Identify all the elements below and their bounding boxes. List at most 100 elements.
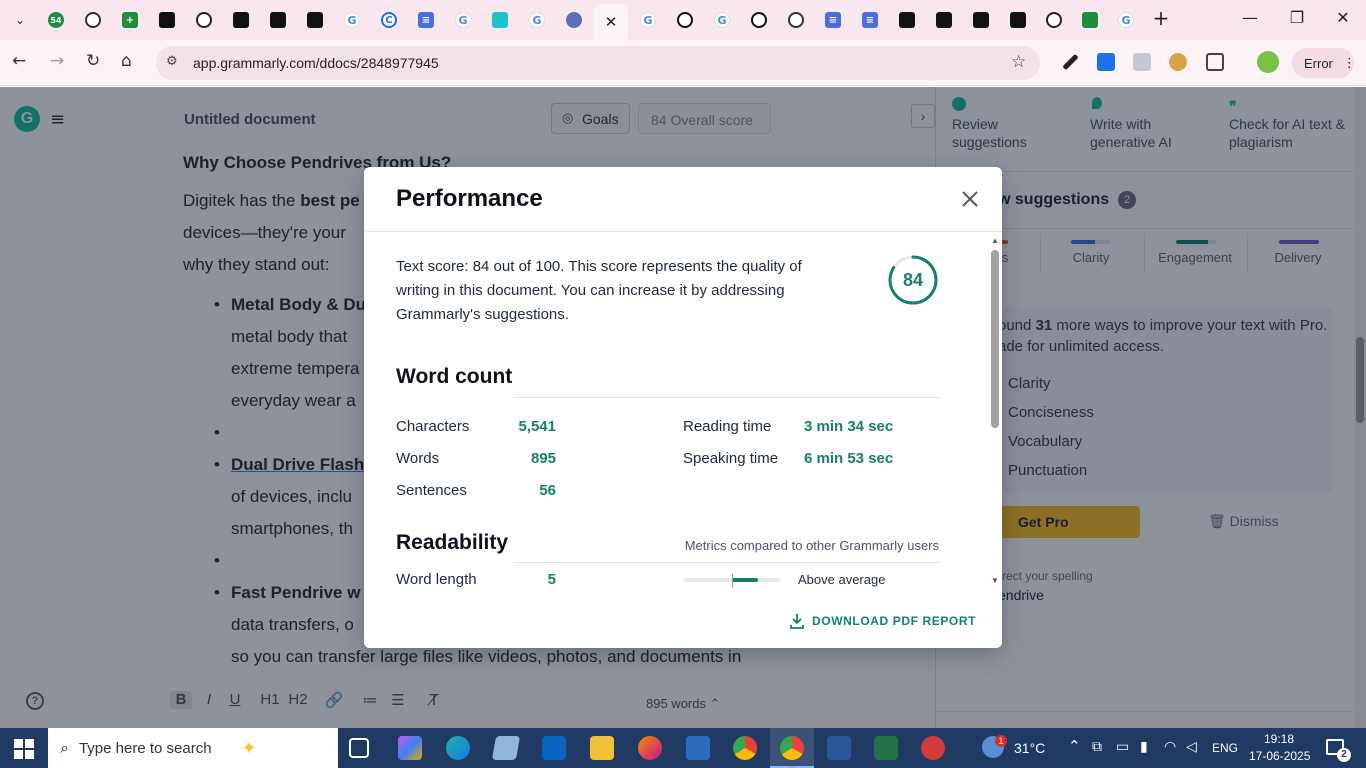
- chatgpt-icon: [196, 12, 212, 28]
- volume-icon[interactable]: ◁: [1186, 739, 1197, 755]
- app-icon: [233, 12, 249, 28]
- dialog-scrollbar[interactable]: ▲ ▼: [988, 232, 1002, 592]
- tab-whatsapp[interactable]: 54: [41, 6, 71, 34]
- browser-toolbar: ← → ↻ ⌂ ⚙ app.grammarly.com/ddocs/284897…: [0, 40, 1366, 86]
- tab-sheets-2[interactable]: [1075, 6, 1105, 34]
- chrome-icon: [788, 12, 804, 28]
- scroll-down-icon[interactable]: ▼: [991, 576, 999, 585]
- close-icon[interactable]: ✕: [605, 13, 618, 31]
- meet-icon[interactable]: ⧉: [1092, 739, 1102, 755]
- tab-dark-1[interactable]: [152, 6, 182, 34]
- tab-globe[interactable]: [559, 6, 589, 34]
- tab-docs-2[interactable]: ≡: [818, 6, 848, 34]
- notepad-icon[interactable]: [491, 736, 521, 760]
- code-extension-icon[interactable]: [1133, 53, 1151, 71]
- start-button[interactable]: [14, 739, 34, 759]
- puzzle-extensions-icon[interactable]: [1206, 53, 1224, 71]
- tab-docs-3[interactable]: ≡: [855, 6, 885, 34]
- tab-google-2[interactable]: G: [448, 6, 478, 34]
- tab-dark-8[interactable]: [1003, 6, 1033, 34]
- download-pdf-button[interactable]: DOWNLOAD PDF REPORT: [788, 612, 976, 630]
- language-indicator[interactable]: ENG: [1212, 741, 1238, 755]
- tab-docs-1[interactable]: ≡: [411, 6, 441, 34]
- tab-app-1[interactable]: [670, 6, 700, 34]
- error-button[interactable]: Error ⋮: [1292, 48, 1356, 78]
- task-view-icon[interactable]: [349, 738, 369, 758]
- tab-search-button[interactable]: ⌄: [5, 6, 35, 34]
- whatsapp-icon: 54: [48, 12, 64, 28]
- stat-value: 3 min 34 sec: [804, 418, 894, 435]
- windows-logo-icon: [25, 750, 34, 759]
- tab-google-4[interactable]: G: [633, 6, 663, 34]
- file-explorer-icon[interactable]: [590, 736, 614, 760]
- tab-chatgpt-1[interactable]: [189, 6, 219, 34]
- close-dialog-button[interactable]: [958, 187, 982, 211]
- excel-icon[interactable]: [874, 736, 898, 760]
- forward-button[interactable]: →: [50, 51, 64, 71]
- scrollbar-thumb[interactable]: [991, 250, 999, 428]
- new-tab-button[interactable]: +: [1146, 6, 1176, 30]
- store-icon[interactable]: [686, 736, 710, 760]
- plus-icon: +: [1152, 6, 1170, 30]
- app-icon: [307, 12, 323, 28]
- browser-tab-strip: ⌄ 54 + G C ≡ G G ✕ G G ≡ ≡ G + — ❐ ✕: [0, 0, 1366, 40]
- clock-time[interactable]: 19:18: [1264, 732, 1294, 746]
- tab-google-3[interactable]: G: [522, 6, 552, 34]
- word-icon[interactable]: [827, 736, 851, 760]
- average-marker: [732, 574, 733, 588]
- restore-button[interactable]: ❐: [1282, 8, 1312, 27]
- minimize-button[interactable]: —: [1235, 8, 1265, 27]
- tab-dark-7[interactable]: [966, 6, 996, 34]
- battery-icon[interactable]: ▮: [1140, 739, 1148, 755]
- doge-extension-icon[interactable]: [1169, 53, 1187, 71]
- download-extension-icon[interactable]: [1097, 53, 1115, 71]
- tab-sheets[interactable]: +: [115, 6, 145, 34]
- close-window-button[interactable]: ✕: [1328, 8, 1358, 27]
- tab-teal[interactable]: [485, 6, 515, 34]
- firefox-icon[interactable]: [638, 736, 662, 760]
- wifi-icon[interactable]: ◠: [1164, 739, 1176, 755]
- display-icon[interactable]: ▭: [1116, 739, 1129, 755]
- taskbar-search[interactable]: ⌕ Type here to search ✦: [48, 728, 338, 768]
- copilot-icon[interactable]: [398, 736, 422, 760]
- windows-logo-icon: [14, 739, 23, 748]
- tab-dark-3[interactable]: [263, 6, 293, 34]
- back-button[interactable]: ←: [12, 51, 26, 71]
- profile-avatar[interactable]: [1257, 51, 1279, 73]
- tab-copyright[interactable]: C: [374, 6, 404, 34]
- pen-extension-icon[interactable]: [1062, 53, 1079, 71]
- tab-chatgpt-2[interactable]: [1039, 6, 1069, 34]
- clock-date[interactable]: 17-06-2025: [1249, 749, 1310, 763]
- search-icon: ⌕: [60, 738, 69, 757]
- home-icon: ⌂: [121, 51, 132, 71]
- screen: ⌄ 54 + G C ≡ G G ✕ G G ≡ ≡ G + — ❐ ✕ ← →…: [0, 0, 1366, 768]
- tab-app-2[interactable]: [744, 6, 774, 34]
- edge-icon[interactable]: [446, 736, 470, 760]
- tab-google-5[interactable]: G: [707, 6, 737, 34]
- tab-chrome-1[interactable]: [78, 6, 108, 34]
- tab-google-1[interactable]: G: [337, 6, 367, 34]
- home-button[interactable]: ⌂: [121, 51, 132, 71]
- tab-active-grammarly[interactable]: ✕: [594, 4, 628, 40]
- weather-temperature[interactable]: 31°C: [1014, 740, 1045, 756]
- url-text[interactable]: app.grammarly.com/ddocs/2848977945: [193, 55, 439, 71]
- tab-chrome-2[interactable]: [781, 6, 811, 34]
- bookmark-star-icon[interactable]: ☆: [1011, 52, 1026, 72]
- site-info-icon[interactable]: ⚙: [166, 54, 178, 69]
- metrics-note: Metrics compared to other Grammarly user…: [684, 538, 939, 553]
- tab-dark-5[interactable]: [892, 6, 922, 34]
- tab-dark-2[interactable]: [226, 6, 256, 34]
- scroll-up-icon[interactable]: ▲: [991, 236, 999, 245]
- chrome-icon[interactable]: [733, 736, 757, 760]
- tab-dark-6[interactable]: [929, 6, 959, 34]
- outlook-icon[interactable]: [542, 736, 566, 760]
- snipping-tool-icon[interactable]: [921, 736, 945, 760]
- reload-icon: ↻: [86, 51, 101, 71]
- google-icon: G: [529, 12, 545, 28]
- address-bar[interactable]: ⚙ app.grammarly.com/ddocs/2848977945 ☆: [156, 46, 1040, 80]
- tray-chevron-icon[interactable]: ⌃: [1068, 737, 1081, 755]
- tab-google-6[interactable]: G: [1111, 6, 1141, 34]
- tab-dark-4[interactable]: [300, 6, 330, 34]
- chrome-profile-icon[interactable]: [780, 736, 804, 760]
- reload-button[interactable]: ↻: [86, 51, 100, 71]
